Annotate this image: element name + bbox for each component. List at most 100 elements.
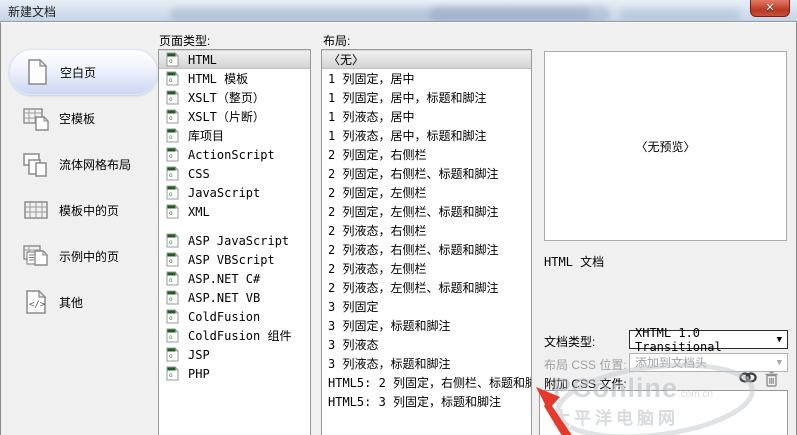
layout-label: 2 列固定，右侧栏、标题和脚注 <box>328 167 499 181</box>
page-type-item[interactable]: o ColdFusion <box>159 307 310 326</box>
file-icon: o <box>166 52 179 67</box>
page-type-item[interactable]: o JavaScript <box>159 183 310 202</box>
layout-label: 1 列固定，居中，标题和脚注 <box>328 91 487 105</box>
page-type-label: PHP <box>188 366 210 381</box>
file-icon: o <box>166 204 179 219</box>
layout-item[interactable]: 〈无〉 <box>322 50 531 69</box>
page-type-item[interactable]: o 库项目 <box>159 126 310 145</box>
other-code-icon: </> <box>21 287 51 317</box>
layout-item[interactable]: 1 列固定，居中 <box>322 69 531 88</box>
layout-item[interactable]: HTML5: 3 列固定，标题和脚注 <box>322 392 531 411</box>
page-type-label: JSP <box>188 347 210 362</box>
layout-item[interactable]: 1 列液态，居中 <box>322 107 531 126</box>
page-type-column-label: 页面类型: <box>159 34 211 48</box>
layout-label: 1 列液态，居中，标题和脚注 <box>328 129 487 143</box>
layout-label: 2 列液态，右侧栏 <box>328 224 427 238</box>
layout-css-position-label: 布局 CSS 位置: <box>544 358 627 372</box>
layout-label: 3 列固定 <box>328 300 379 314</box>
layout-label: 2 列固定，左侧栏 <box>328 186 427 200</box>
svg-text:o: o <box>169 258 173 265</box>
page-type-label: CSS <box>188 166 210 181</box>
file-icon: o <box>166 71 179 86</box>
attached-css-files-listbox[interactable] <box>539 390 788 435</box>
sidebar-item-2[interactable]: 空模板 <box>9 95 158 141</box>
layout-item[interactable]: 2 列固定，左侧栏 <box>322 183 531 202</box>
close-button[interactable]: ✕ <box>750 0 790 17</box>
page-type-list[interactable]: o HTML o HTML 模板 o XSLT（整页） o XSLT（片断） o 库项目 o Acti… <box>158 49 311 435</box>
layout-item[interactable]: 2 列液态，右侧栏、标题和脚注 <box>322 240 531 259</box>
page-type-item[interactable]: o ASP.NET C# <box>159 269 310 288</box>
doctype-select[interactable]: XHTML 1.0 Transitional ▼ <box>629 326 788 354</box>
page-from-sample-icon <box>21 241 51 271</box>
page-type-item[interactable]: o XSLT（片断） <box>159 107 310 126</box>
blank-page-icon <box>22 57 52 87</box>
page-type-item[interactable]: o HTML <box>159 50 310 69</box>
layout-label: HTML5: 3 列固定，标题和脚注 <box>328 395 502 409</box>
dialog-title: 新建文档 <box>8 5 57 19</box>
page-type-item[interactable]: o CSS <box>159 164 310 183</box>
layout-label: 2 列固定，左侧栏、标题和脚注 <box>328 205 499 219</box>
svg-text:o: o <box>169 334 173 341</box>
svg-text:o: o <box>169 58 173 65</box>
layout-item[interactable]: 3 列固定，标题和脚注 <box>322 316 531 335</box>
page-type-item[interactable]: o XML <box>159 202 310 221</box>
sidebar-item-1[interactable]: 空白页 <box>9 49 158 95</box>
svg-text:o: o <box>169 210 173 217</box>
sidebar-item-label: 空模板 <box>59 111 96 126</box>
svg-text:o: o <box>169 277 173 284</box>
layout-item[interactable]: 3 列液态 <box>322 335 531 354</box>
fluid-grid-icon <box>21 149 51 179</box>
page-type-item[interactable]: o ASP.NET VB <box>159 288 310 307</box>
layout-css-position-value: 添加到文档头 <box>635 356 708 370</box>
layout-item[interactable]: 2 列液态，左侧栏、标题和脚注 <box>322 278 531 297</box>
aero-blur-decoration <box>430 6 610 21</box>
sidebar-item-3[interactable]: 流体网格布局 <box>9 141 158 187</box>
page-type-label: ASP.NET VB <box>188 290 261 305</box>
svg-text:o: o <box>169 315 173 322</box>
sidebar-item-5[interactable]: 示例中的页 <box>9 233 158 279</box>
layout-item[interactable]: 2 列固定，右侧栏、标题和脚注 <box>322 164 531 183</box>
layout-label: 〈无〉 <box>328 53 365 67</box>
attach-stylesheet-link-icon[interactable] <box>739 371 757 392</box>
layout-item[interactable]: HTML5: 2 列固定，右侧栏、标题和脚注 <box>322 373 531 392</box>
svg-text:o: o <box>169 153 173 160</box>
sidebar-item-6[interactable]: </> 其他 <box>9 279 158 325</box>
page-type-label: HTML <box>188 52 217 67</box>
layout-item[interactable]: 1 列固定，居中，标题和脚注 <box>322 88 531 107</box>
sidebar-item-4[interactable]: 模板中的页 <box>9 187 158 233</box>
layout-item[interactable]: 3 列液态，标题和脚注 <box>322 354 531 373</box>
layout-label: 2 列液态，左侧栏 <box>328 262 427 276</box>
layout-item[interactable]: 2 列液态，左侧栏 <box>322 259 531 278</box>
svg-text:o: o <box>169 115 173 122</box>
layout-label: 3 列液态，标题和脚注 <box>328 357 451 371</box>
page-type-item[interactable]: o PHP <box>159 364 310 383</box>
svg-text:o: o <box>169 172 173 179</box>
layout-item[interactable]: 2 列液态，右侧栏 <box>322 221 531 240</box>
page-type-label: ColdFusion <box>188 309 261 324</box>
page-type-item[interactable]: o ASP VBScript <box>159 250 310 269</box>
sidebar-item-label: 其他 <box>59 295 84 310</box>
page-type-label: JavaScript <box>188 185 261 200</box>
remove-stylesheet-trash-icon[interactable] <box>764 371 779 392</box>
layout-column-label: 布局: <box>323 34 351 48</box>
file-icon: o <box>166 109 179 124</box>
layout-item[interactable]: 1 列液态，居中，标题和脚注 <box>322 126 531 145</box>
layout-item[interactable]: 3 列固定 <box>322 297 531 316</box>
file-icon: o <box>166 309 179 324</box>
page-type-item[interactable]: o XSLT（整页） <box>159 88 310 107</box>
page-type-label: ASP JavaScript <box>188 233 290 248</box>
page-type-item[interactable]: o HTML 模板 <box>159 69 310 88</box>
svg-text:o: o <box>169 77 173 84</box>
page-type-item[interactable]: o ActionScript <box>159 145 310 164</box>
svg-text:o: o <box>169 372 173 379</box>
page-type-item[interactable]: o JSP <box>159 345 310 364</box>
page-type-item[interactable]: o ColdFusion 组件 <box>159 326 310 345</box>
page-type-item[interactable]: o ASP JavaScript <box>159 231 310 250</box>
layout-list[interactable]: 〈无〉 1 列固定，居中 1 列固定，居中，标题和脚注 1 列液态，居中 1 列液态，居… <box>321 49 532 435</box>
no-preview-text: 〈无预览〉 <box>635 139 696 154</box>
page-type-label: HTML 模板 <box>188 72 249 86</box>
close-icon: ✕ <box>765 2 775 14</box>
layout-item[interactable]: 2 列固定，右侧栏 <box>322 145 531 164</box>
chevron-down-icon: ▼ <box>776 334 782 345</box>
layout-item[interactable]: 2 列固定，左侧栏、标题和脚注 <box>322 202 531 221</box>
